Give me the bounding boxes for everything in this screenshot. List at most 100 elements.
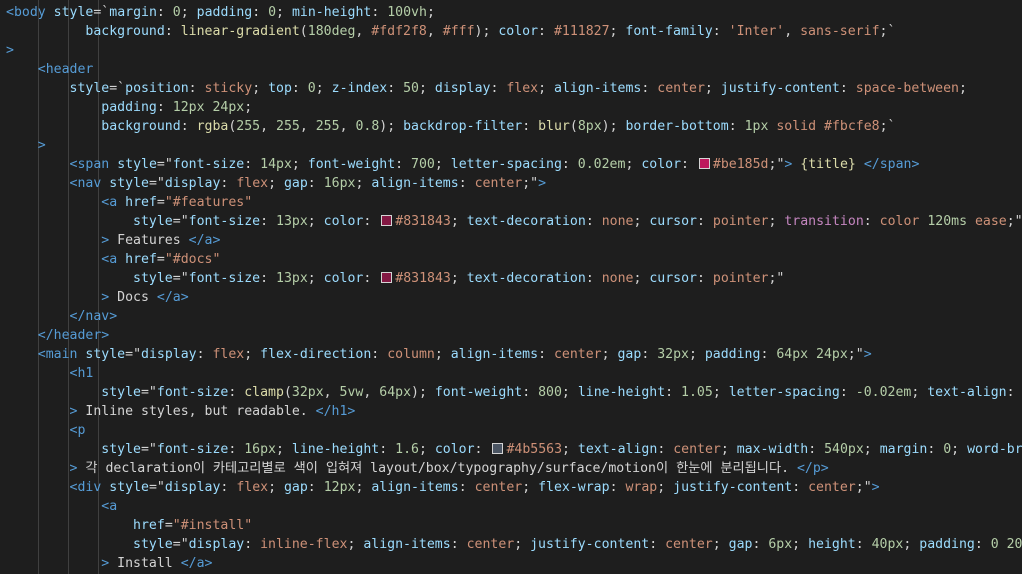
code-token: z-index [331,81,388,96]
code-token: ; [244,100,253,115]
code-line[interactable]: > Features </a> [6,231,220,250]
code-token: display [434,81,491,96]
code-line[interactable]: padding: 12px 24px; [6,98,252,117]
code-token: : [657,442,674,457]
code-line[interactable]: <h1 [6,364,94,383]
color-swatch[interactable] [698,158,710,169]
code-token: 16px [323,176,356,191]
code-line[interactable]: </header> [6,326,109,345]
code-token: ; [426,5,435,20]
code-line[interactable]: > [6,41,14,60]
code-token: 각 declaration이 카테고리별로 색이 입혀져 layout/box/… [77,461,797,476]
code-token: font-family [625,24,713,39]
code-token: center [466,537,515,552]
code-token: column [387,347,435,362]
code-editor[interactable]: <body style=`margin: 0; padding: 0; min-… [0,0,1022,574]
code-token: ; [688,347,705,362]
code-token: : [387,81,404,96]
code-token: position [125,81,189,96]
code-token: clamp [244,385,284,400]
code-line[interactable]: <a href="#docs" [6,250,220,269]
code-token: ; [291,157,308,172]
code-line[interactable]: > [6,136,46,155]
color-swatch[interactable] [381,215,393,226]
code-token: align-items [363,537,451,552]
code-token: font-weight [307,157,396,172]
code-token: flex [212,347,245,362]
code-token: ; [911,385,928,400]
code-line[interactable]: href="#install" [6,516,252,535]
code-token: : [808,442,825,457]
code-token: 0.02em [577,157,626,172]
code-token: center [474,480,523,495]
code-line[interactable]: <a [6,497,117,516]
code-token: ; [252,81,269,96]
code-line[interactable]: <body style=`margin: 0; padding: 0; min-… [6,3,435,22]
code-token: ; [268,176,284,191]
code-line[interactable]: <div style="display: flex; gap: 12px; al… [6,478,880,497]
code-token: "#install" [172,518,253,533]
code-token: pointer [712,271,769,286]
code-token: transition [784,214,864,229]
code-line[interactable]: </nav> [6,307,118,326]
code-token: blur [538,119,570,134]
code-token: 0.8 [355,119,380,134]
code-token: justify-content [720,81,840,96]
code-line[interactable]: <header [6,60,94,79]
code-line[interactable]: > Docs </a> [6,288,189,307]
code-token: ease [974,214,1007,229]
code-token: <a [101,499,118,514]
code-line[interactable]: <nav style="display: flex; gap: 16px; al… [6,174,547,193]
code-line[interactable]: style=`position: sticky; top: 0; z-index… [6,79,967,98]
code-token: linear-gradient [180,24,300,39]
code-token: text-decoration [466,214,586,229]
code-line[interactable]: style="display: inline-flex; align-items… [6,535,1022,554]
code-token: : [474,442,491,457]
code-line[interactable]: style="font-size: clamp(32px, 5vw, 64px)… [6,383,1022,402]
code-line[interactable]: background: rgba (255, 255, 255, 0.8); ba… [6,117,895,136]
code-token: font-size [156,385,229,400]
code-token: rgba [196,119,229,134]
code-token: ;` [879,24,896,39]
code-token: style [69,81,110,96]
code-token: <h1 [69,366,94,381]
code-line[interactable]: <main style="display: flex; flex-directi… [6,345,872,364]
code-token: <span [69,157,110,172]
code-token: , [355,24,372,39]
code-line[interactable]: <p [6,421,86,440]
code-token: #fbcfe8 [824,119,880,134]
code-token: =" [140,385,157,400]
code-token: , [299,119,316,134]
code-token: flex [236,480,269,495]
code-line[interactable]: background: linear-gradient(180deg, #fdf… [6,22,895,41]
code-token: display [164,176,221,191]
code-token: =" [172,271,189,286]
code-line[interactable]: > Install </a> [6,554,212,573]
code-token: #fff [442,24,475,39]
code-token: </a> [156,290,189,305]
code-token: : [156,5,173,20]
code-line[interactable]: > Inline styles, but readable. </h1> [6,402,356,421]
code-token: ;" [855,480,872,495]
code-line[interactable]: <a href="#features" [6,193,252,212]
code-line[interactable]: style="font-size: 13px; color: #831843; … [6,269,784,288]
code-token: font-size [188,214,261,229]
code-token: "#features" [164,195,253,210]
color-swatch[interactable] [492,443,504,454]
code-token: : [538,24,554,39]
code-token: : [458,480,475,495]
code-line[interactable]: style="font-size: 13px; color: #831843; … [6,212,1022,231]
code-line[interactable]: style="font-size: 16px; line-height: 1.6… [6,440,1022,459]
code-line[interactable]: > 각 declaration이 카테고리별로 색이 입혀져 layout/bo… [6,459,829,478]
code-line[interactable]: <span style="font-size: 14px; font-weigh… [6,155,920,174]
code-token: none [601,214,634,229]
code-token: : [188,81,205,96]
color-swatch[interactable] [381,272,393,283]
code-token: ; [355,176,372,191]
